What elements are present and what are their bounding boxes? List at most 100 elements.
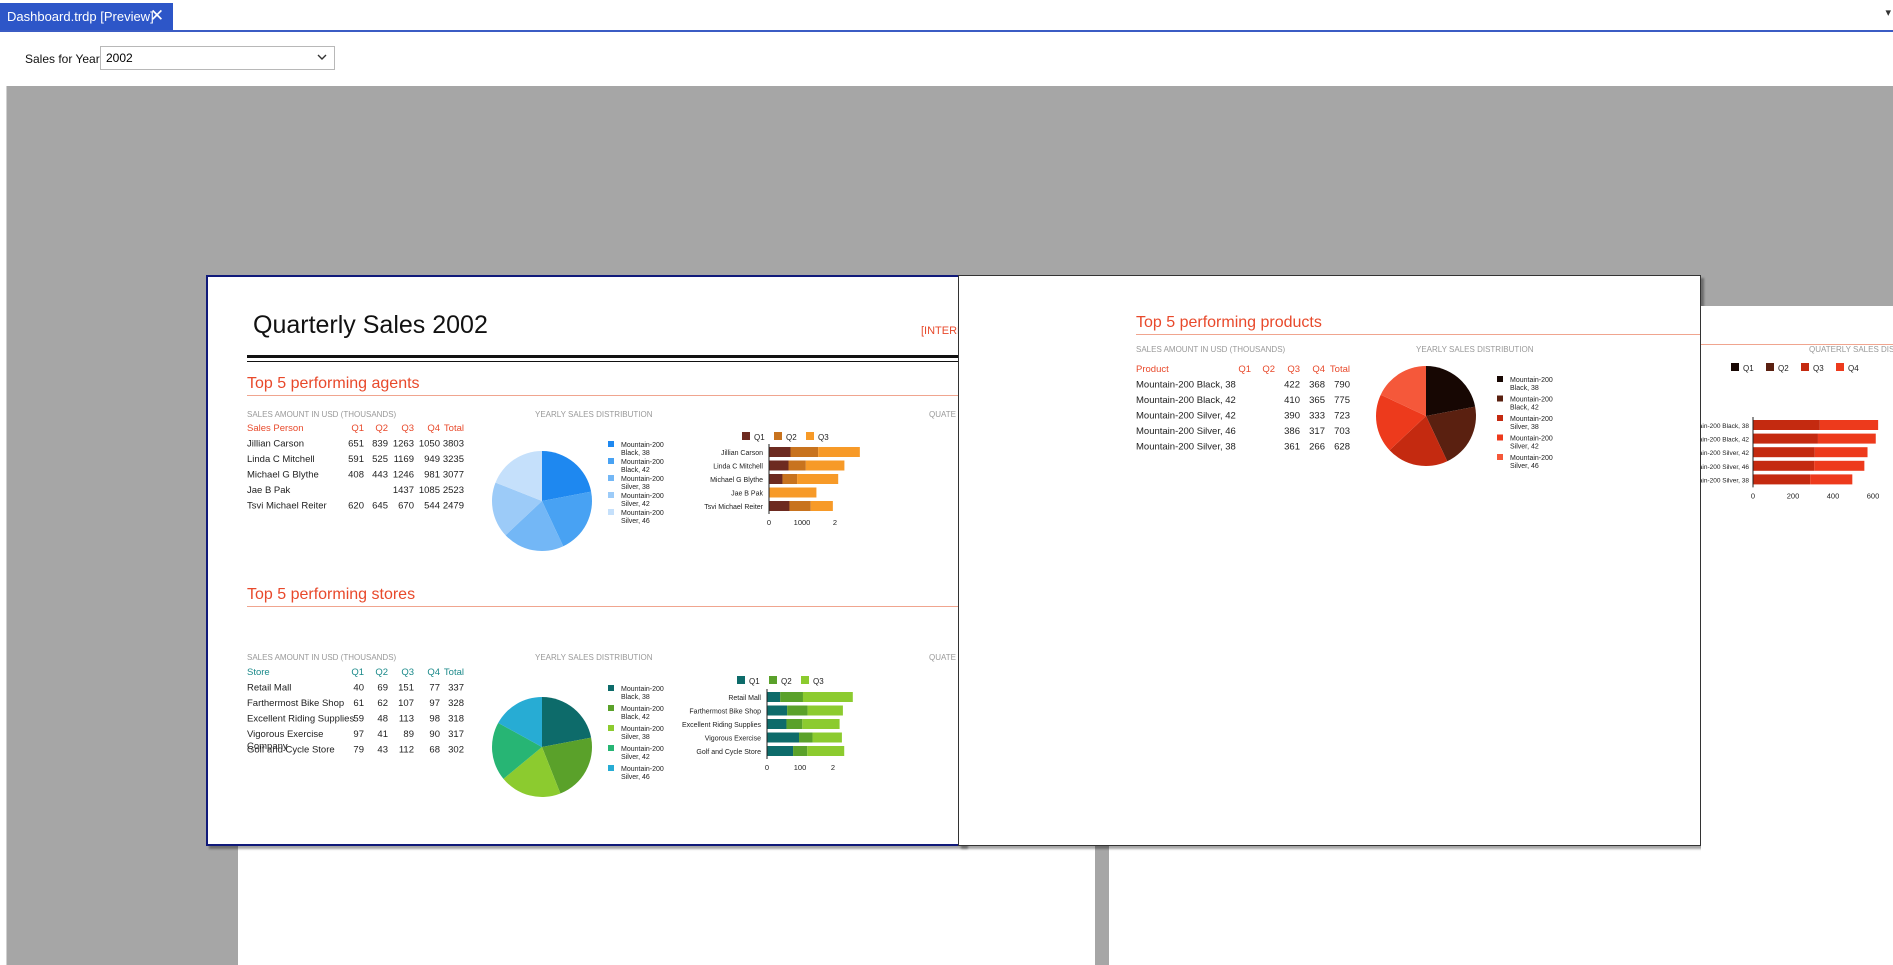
report-viewer[interactable]: Quarterly Sales 2002 [INTERN Top 5 perfo… xyxy=(7,86,1893,965)
agents-cell-4-0: Tsvi Michael Reiter xyxy=(247,501,327,512)
legend-label-1-a: Mountain-200 xyxy=(1510,397,1553,404)
bar-segment-2-0 xyxy=(769,474,783,484)
agents-cell-2-3: 1246 xyxy=(393,470,414,481)
agents-cell-1-1: 591 xyxy=(348,454,364,465)
stores-header-1: Q1 xyxy=(351,667,364,678)
agents-cell-1-4: 949 xyxy=(424,454,440,465)
sales-year-select[interactable]: 2002 xyxy=(100,46,335,70)
products-header-0: Product xyxy=(1136,364,1169,375)
bar-legend-swatch-0 xyxy=(742,432,750,440)
legend-label-0-a: Mountain-200 xyxy=(621,686,664,693)
bar-legend-label-1: Q2 xyxy=(781,677,792,686)
sales-year-label: Sales for Year: xyxy=(25,52,104,66)
bar-segment-2-1 xyxy=(1814,447,1868,458)
stores-cell-3-5: 317 xyxy=(448,729,464,740)
products-pie-label: YEARLY SALES DISTRIBUTION xyxy=(1416,345,1534,354)
legend-label-2-a: Mountain-200 xyxy=(621,476,664,483)
stores-section: Top 5 performing stores SALES AMOUNT IN … xyxy=(247,586,963,797)
legend-swatch-4 xyxy=(608,765,614,771)
stores-cell-1-4: 97 xyxy=(429,698,440,709)
products-pie xyxy=(1376,366,1476,466)
agents-cell-0-4: 1050 xyxy=(419,439,440,450)
bar-segment-0-0 xyxy=(767,692,781,702)
products-section: Top 5 performing products SALES AMOUNT I… xyxy=(1136,314,1700,470)
stores-cell-2-4: 98 xyxy=(429,714,440,725)
document-tabstrip: Dashboard.trdp [Preview] ✕ ▾ xyxy=(0,0,1893,32)
stores-header-4: Q4 xyxy=(427,667,440,678)
legend-label-2-b: Silver, 38 xyxy=(621,484,650,491)
bar-tick-1: 100 xyxy=(794,763,807,772)
stores-cell-3-2: 41 xyxy=(377,729,388,740)
bar-segment-3-0 xyxy=(767,732,800,743)
bar-tick-0: 0 xyxy=(1751,491,1755,500)
bar-legend-swatch-2 xyxy=(801,676,809,684)
bar-category-0: Mountain-200 Black, 38 xyxy=(1701,423,1749,430)
products-cell-0-3: 422 xyxy=(1284,380,1300,391)
legend-label-2-a: Mountain-200 xyxy=(1510,416,1553,423)
close-icon[interactable]: ✕ xyxy=(147,5,167,27)
stores-cell-4-5: 302 xyxy=(448,745,464,756)
agents-cell-2-4: 981 xyxy=(424,470,440,481)
bar-segment-2-0 xyxy=(1753,447,1815,458)
stores-header-2: Q2 xyxy=(375,667,388,678)
bar-segment-2-1 xyxy=(782,474,798,484)
bar-segment-0-1 xyxy=(780,692,803,702)
products-cell-3-4: 317 xyxy=(1309,426,1325,437)
bar-category-0: Jillian Carson xyxy=(721,450,763,457)
bar-legend-swatch-2 xyxy=(806,432,814,440)
bar-category-1: Linda C Mitchell xyxy=(713,464,763,471)
bar-tick-1: 200 xyxy=(1787,491,1800,500)
stores-cell-2-0: Excellent Riding Supplies xyxy=(247,714,354,725)
bar-segment-1-1 xyxy=(787,705,808,716)
legend-label-3-b: Silver, 42 xyxy=(621,501,650,508)
stores-header-3: Q3 xyxy=(401,667,414,678)
bar-legend-swatch-1 xyxy=(769,676,777,684)
stores-row-wrap: Company xyxy=(247,741,288,752)
tab-dashboard-preview[interactable]: Dashboard.trdp [Preview] ✕ xyxy=(0,3,173,30)
bar-legend-label-2: Q3 xyxy=(1813,364,1824,373)
legend-label-3-a: Mountain-200 xyxy=(621,746,664,753)
bar-category-2: Excellent Riding Supplies xyxy=(682,722,761,729)
bar-tick-3: 600 xyxy=(1867,491,1880,500)
bar-category-4: Mountain-200 Silver, 38 xyxy=(1701,477,1749,484)
tab-overflow-icon[interactable]: ▾ xyxy=(1885,6,1891,19)
agents-heading: Top 5 performing agents xyxy=(247,375,420,392)
stores-cell-4-2: 43 xyxy=(377,745,388,756)
bar-segment-2-1 xyxy=(786,719,803,729)
products-cell-1-5: 775 xyxy=(1334,395,1350,406)
bar-legend-label-0: Q1 xyxy=(754,433,765,442)
bar-segment-0-2 xyxy=(802,692,853,702)
bar-segment-4-2 xyxy=(807,746,845,756)
products-cell-1-4: 365 xyxy=(1309,395,1325,406)
chevron-down-icon xyxy=(317,54,327,60)
legend-swatch-1 xyxy=(608,458,614,464)
bar-category-4: Golf and Cycle Store xyxy=(696,749,761,756)
legend-label-2-b: Silver, 38 xyxy=(621,734,650,741)
legend-label-1-b: Black, 42 xyxy=(621,714,650,721)
products-cell-2-4: 333 xyxy=(1309,411,1325,422)
bar-legend-label-1: Q2 xyxy=(786,433,797,442)
bar-category-1: Farthermost Bike Shop xyxy=(689,709,761,716)
agents-cell-4-5: 2479 xyxy=(443,501,464,512)
bar-legend-swatch-0 xyxy=(737,676,745,684)
products-cell-3-5: 703 xyxy=(1334,426,1350,437)
agents-cell-0-1: 651 xyxy=(348,439,364,450)
report-page-3-canvas: QUATERLY SALES DIST Q1 Q2 Q3 Q4 Mountain-200… xyxy=(1701,344,1893,500)
bar-legend-label-3: Q4 xyxy=(1848,364,1859,373)
agents-cell-1-2: 525 xyxy=(372,454,388,465)
legend-swatch-4 xyxy=(608,509,614,515)
sales-year-value: 2002 xyxy=(106,51,133,65)
stores-cell-0-1: 40 xyxy=(353,683,364,694)
products-cell-2-5: 723 xyxy=(1334,411,1350,422)
stores-cell-2-3: 113 xyxy=(399,714,414,725)
legend-label-1-a: Mountain-200 xyxy=(621,459,664,466)
legend-label-0-b: Black, 38 xyxy=(621,694,650,701)
legend-label-3-a: Mountain-200 xyxy=(621,493,664,500)
bar-segment-1-2 xyxy=(807,705,843,716)
stores-cell-4-4: 68 xyxy=(429,745,440,756)
agents-cell-4-1: 620 xyxy=(348,501,364,512)
report-page-2-canvas: Top 5 performing products SALES AMOUNT I… xyxy=(1136,314,1700,470)
bar-segment-4-1 xyxy=(1810,474,1853,485)
bar-category-2: Michael G Blythe xyxy=(710,477,763,484)
products-cell-4-3: 361 xyxy=(1284,442,1300,453)
